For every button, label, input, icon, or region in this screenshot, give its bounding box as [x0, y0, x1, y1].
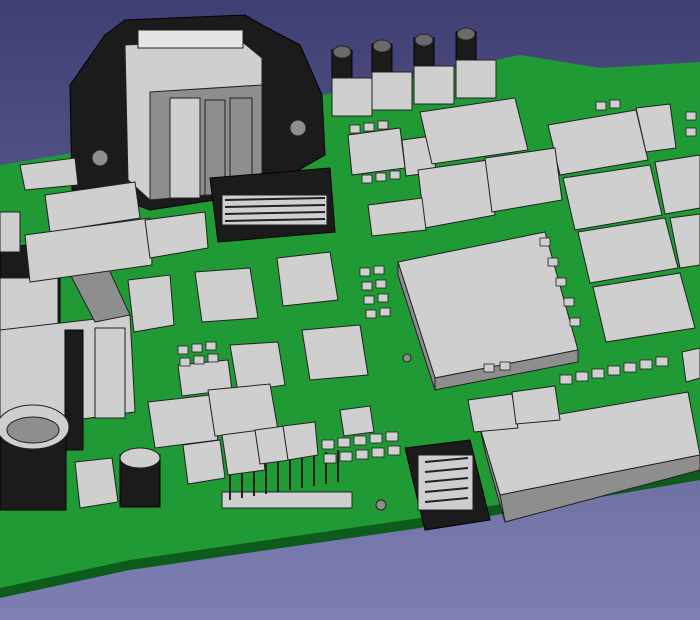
- pcb-3d-render: [0, 0, 700, 620]
- pin-header-connector: [209, 167, 336, 243]
